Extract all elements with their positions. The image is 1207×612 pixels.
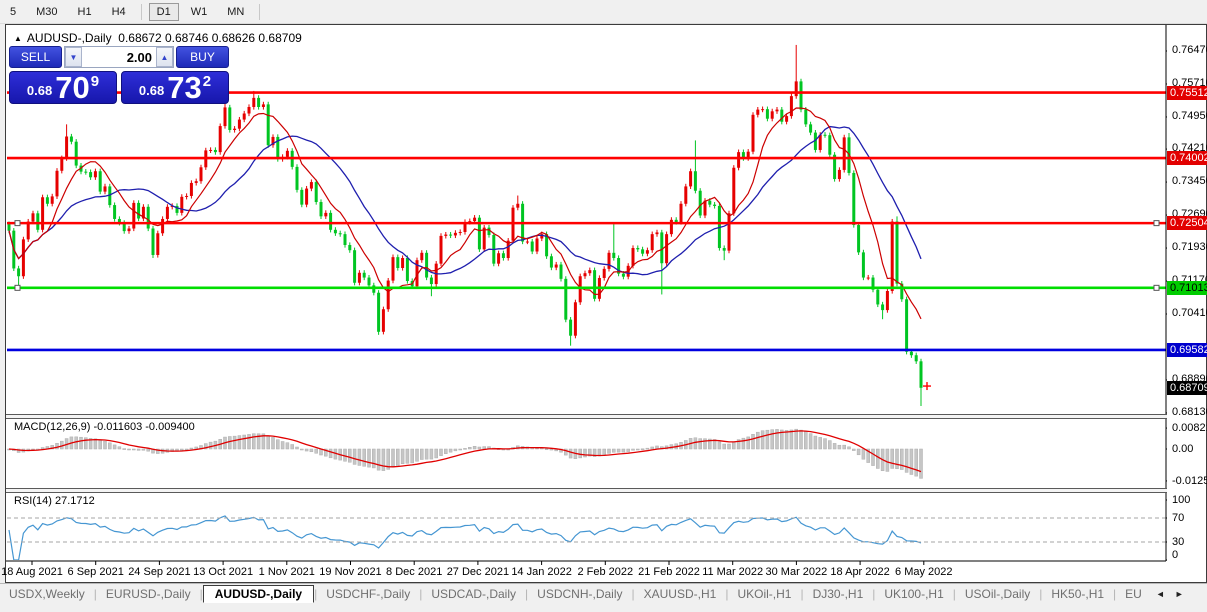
one-click-trading-panel: SELL ▼ ▲ BUY 0.68709 0.68732 <box>9 46 229 106</box>
buy-price-prefix: 0.68 <box>138 83 165 98</box>
chart-title: ▲ AUDUSD-,Daily 0.68672 0.68746 0.68626 0… <box>14 31 302 45</box>
macd-indicator-label: MACD(12,26,9) -0.011603 -0.009400 <box>14 421 195 433</box>
buy-button[interactable]: BUY <box>176 46 229 68</box>
tab-scroll-right-icon[interactable]: ► <box>1170 589 1189 599</box>
sell-price-pip: 9 <box>90 73 100 90</box>
current-price-label: 0.68709 <box>1167 380 1207 395</box>
hline-price-label: 0.74002 <box>1167 151 1207 166</box>
chart-tab-usdcad-daily[interactable]: USDCAD-,Daily <box>422 586 525 602</box>
timeframe-button-h4[interactable]: H4 <box>104 3 134 21</box>
chart-tab-usdx-weekly[interactable]: USDX,Weekly <box>0 586 94 602</box>
rsi-axis-label: 70 <box>1172 512 1185 524</box>
chart-tab-bar: USDX,Weekly | EURUSD-,Daily | AUDUSD-,Daily |… <box>0 583 1207 604</box>
hline-price-label: 0.72504 <box>1167 216 1207 231</box>
volume-input[interactable] <box>82 47 156 67</box>
toolbar-separator <box>259 3 261 20</box>
toolbar-separator <box>140 3 142 20</box>
pane-splitter-macd[interactable] <box>6 414 1206 419</box>
buy-price-pip: 2 <box>202 73 212 90</box>
macd-axis-label: 0.00 <box>1172 443 1194 455</box>
timeframe-button-mn[interactable]: MN <box>219 3 252 21</box>
price-tick-label: 0.76470 <box>1172 44 1207 56</box>
hline-price-label: 0.75512 <box>1167 85 1207 100</box>
rsi-axis-label: 0 <box>1172 549 1179 561</box>
price-tick-label: 0.68130 <box>1172 405 1207 418</box>
rsi-axis-label: 100 <box>1172 494 1191 506</box>
sell-price-prefix: 0.68 <box>26 83 53 98</box>
status-strip <box>0 604 1207 612</box>
price-tick-label: 0.70410 <box>1172 307 1207 319</box>
chart-ohlc-values: 0.68672 0.68746 0.68626 0.68709 <box>118 31 302 45</box>
chart-tab-uk100-h1[interactable]: UK100-,H1 <box>875 586 952 602</box>
chart-canvas[interactable] <box>6 25 1206 582</box>
buy-price-big: 73 <box>167 70 202 105</box>
timeframe-toolbar: 5 M30 H1 H4 D1 W1 MN <box>0 0 1207 24</box>
chart-tab-hk50-h1[interactable]: HK50-,H1 <box>1042 586 1113 602</box>
chart-tab-dj30-h1[interactable]: DJ30-,H1 <box>804 586 873 602</box>
timeframe-button-m30[interactable]: M30 <box>28 3 65 21</box>
sell-price-display[interactable]: 0.68 70 9 <box>9 71 117 104</box>
pane-splitter-rsi[interactable] <box>6 488 1206 493</box>
volume-decrease-button[interactable]: ▼ <box>65 47 82 67</box>
timeframe-button-d1[interactable]: D1 <box>148 2 179 21</box>
chart-tab-eurusd-daily[interactable]: EURUSD-,Daily <box>97 586 200 602</box>
timeframe-button-5[interactable]: 5 <box>2 3 24 21</box>
volume-increase-button[interactable]: ▲ <box>156 47 173 67</box>
chart-tab-eu[interactable]: EU <box>1116 586 1151 602</box>
macd-axis-label: -0.01254 <box>1172 474 1207 487</box>
chart-window: ▲ AUDUSD-,Daily 0.68672 0.68746 0.68626 0… <box>1 24 1207 583</box>
rsi-axis-label: 30 <box>1172 536 1185 548</box>
buy-price-display[interactable]: 0.68 73 2 <box>121 71 229 104</box>
macd-axis-label: 0.008217 <box>1172 422 1207 435</box>
tab-scroll-left-icon[interactable]: ◄ <box>1151 589 1170 599</box>
volume-stepper: ▼ ▲ <box>64 46 174 68</box>
triangle-up-icon: ▲ <box>160 52 169 62</box>
rsi-indicator-label: RSI(14) 27.1712 <box>14 495 95 507</box>
timeframe-button-w1[interactable]: W1 <box>183 3 216 21</box>
hline-price-label: 0.69582 <box>1167 342 1207 357</box>
price-tick-label: 0.73450 <box>1172 175 1207 188</box>
chart-tab-ukoil-h1[interactable]: UKOil-,H1 <box>728 586 800 602</box>
mt4-terminal-window: 5 M30 H1 H4 D1 W1 MN ▲ AUDUSD-,Daily 0.68672 0.… <box>0 0 1207 612</box>
chart-tab-audusd-daily[interactable]: AUDUSD-,Daily <box>202 585 315 603</box>
collapse-triangle-icon: ▲ <box>14 34 22 43</box>
hline-price-label: 0.71013 <box>1167 280 1207 295</box>
timeframe-button-h1[interactable]: H1 <box>70 3 100 21</box>
chart-tab-xauusd-h1[interactable]: XAUUSD-,H1 <box>635 586 726 602</box>
price-axis[interactable]: 0.764700.757100.749500.742100.734500.726… <box>1167 25 1207 561</box>
sell-price-big: 70 <box>55 70 90 105</box>
triangle-down-icon: ▼ <box>69 52 78 62</box>
chart-symbol-label: AUDUSD-,Daily <box>26 31 112 45</box>
sell-button[interactable]: SELL <box>9 46 62 68</box>
price-tick-label: 0.74950 <box>1172 109 1207 122</box>
chart-tab-usoil-daily[interactable]: USOil-,Daily <box>956 586 1039 602</box>
price-tick-label: 0.71930 <box>1172 241 1207 254</box>
chart-tab-usdcnh-daily[interactable]: USDCNH-,Daily <box>528 586 631 602</box>
chart-tab-usdchf-daily[interactable]: USDCHF-,Daily <box>317 586 419 602</box>
